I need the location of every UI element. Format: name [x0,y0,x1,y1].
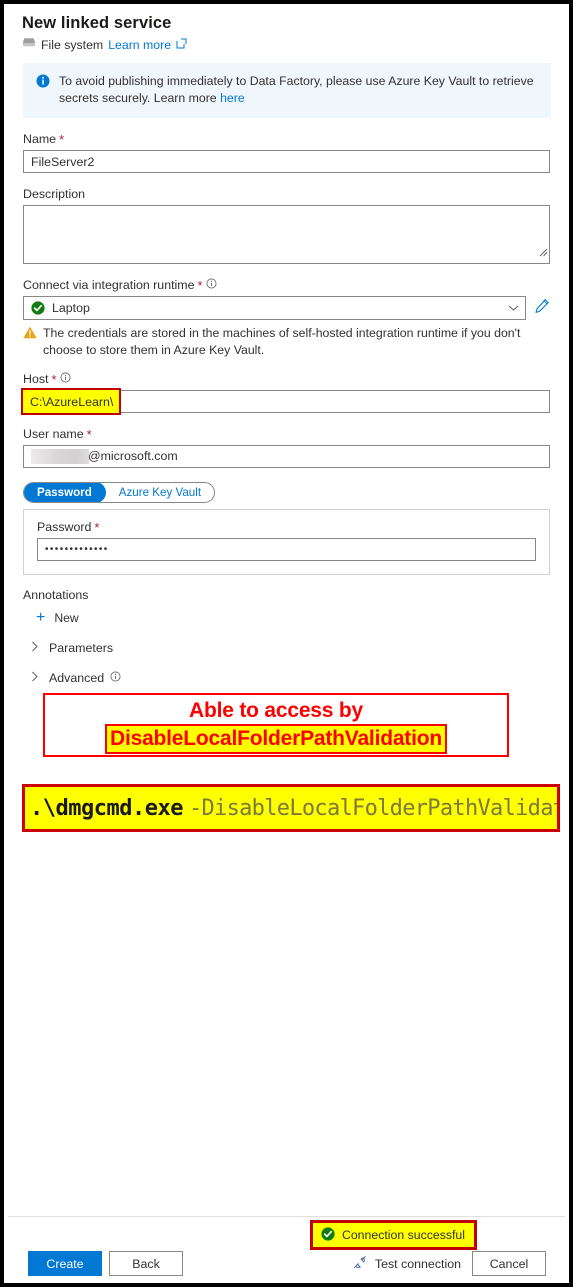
credentials-warning-text: The credentials are stored in the machin… [43,326,521,357]
connector-name: File system [41,37,104,52]
host-required-marker: * [51,371,57,387]
callout-line-1: Able to access by [188,699,363,722]
pencil-edit-icon[interactable] [534,298,550,319]
footer-bar: Create Back Test connection Cancel [8,1217,565,1279]
toggle-option-azure-key-vault[interactable]: Azure Key Vault [106,483,214,502]
integration-runtime-row: Laptop [23,296,550,320]
plug-connection-icon [353,1255,368,1272]
info-circle-icon[interactable] [110,671,121,685]
password-required-marker: * [94,519,100,535]
external-link-icon[interactable] [176,38,187,52]
screenshot-frame: New linked service File system Learn mor… [0,0,573,1287]
username-required-marker: * [86,426,92,442]
info-icon [36,74,50,107]
name-label: Name [23,132,57,146]
info-banner-text: To avoid publishing immediately to Data … [59,73,539,107]
test-connection-button[interactable]: Test connection [353,1255,461,1272]
annotation-callout: Able to access by DisableLocalFolderPath… [43,693,509,757]
username-field-group: User name * @microsoft.com [23,427,550,468]
connection-status-text: Connection successful [341,1228,465,1242]
name-required-marker: * [59,131,65,147]
description-label-row: Description [23,187,550,201]
annotations-label: Annotations [23,588,89,602]
advanced-label: Advanced [49,671,105,685]
password-label-row: Password * [37,520,536,534]
integration-runtime-label-row: Connect via integration runtime * [23,278,550,292]
password-section: Password * ••••••••••••• [23,509,550,575]
username-label: User name [23,427,84,441]
info-banner: To avoid publishing immediately to Data … [23,63,551,118]
name-field-group: Name * [23,132,550,173]
resize-grip-icon[interactable] [537,244,548,262]
connector-subtitle: File system Learn more [22,37,569,52]
info-circle-icon[interactable] [60,372,71,386]
credential-type-toggle-group: Password Azure Key Vault [23,482,550,503]
learn-more-link[interactable]: Learn more [108,38,171,52]
credentials-warning: The credentials are stored in the machin… [23,325,550,358]
description-label: Description [23,187,85,201]
advanced-expander[interactable]: Advanced [31,671,550,685]
page-title: New linked service [22,14,172,32]
plus-icon: + [36,609,46,626]
integration-runtime-required-marker: * [197,277,203,293]
green-check-icon [321,1226,335,1244]
parameters-expander[interactable]: Parameters [31,641,550,655]
info-circle-icon[interactable] [206,278,217,292]
add-annotation-label: New [54,611,79,625]
callout-line-2: DisableLocalFolderPathValidation [104,724,447,754]
add-annotation-button[interactable]: + New [36,609,550,626]
parameters-label: Parameters [49,641,114,655]
integration-runtime-dropdown[interactable]: Laptop [23,296,526,320]
host-field-group: Host * C:\AzureLearn\ [21,372,550,415]
name-label-row: Name * [23,132,550,146]
host-label: Host [23,372,49,386]
chevron-right-icon [31,641,39,655]
cancel-button[interactable]: Cancel [472,1251,546,1276]
linked-service-panel: New linked service File system Learn mor… [4,4,569,1283]
credential-type-toggle[interactable]: Password Azure Key Vault [23,482,216,503]
host-label-row: Host * [23,372,550,386]
create-button[interactable]: Create [28,1251,102,1276]
username-input[interactable]: @microsoft.com [23,445,550,468]
banner-here-link[interactable]: here [220,91,245,105]
toggle-option-password[interactable]: Password [24,483,106,502]
integration-runtime-label: Connect via integration runtime [23,278,195,292]
back-button[interactable]: Back [109,1251,183,1276]
footer-secondary-actions: Test connection Cancel [353,1251,546,1276]
panel-header: New linked service File system Learn mor… [4,4,569,52]
footer-primary-actions: Create Back [28,1251,183,1276]
password-masked-value: ••••••••••••• [45,544,109,555]
integration-runtime-value: Laptop [52,301,90,315]
command-argument: -DisableLocalFolderPathValidation [188,795,557,821]
username-value-row: @microsoft.com [31,446,542,467]
warning-triangle-icon [23,326,37,358]
file-server-icon [22,37,36,52]
test-connection-label: Test connection [374,1256,461,1271]
integration-runtime-field-group: Connect via integration runtime * Laptop [23,278,550,320]
redacted-username-block [31,449,89,464]
username-domain: @microsoft.com [88,449,178,463]
description-textarea[interactable] [23,205,550,264]
host-value-highlight: C:\AzureLearn\ [21,388,121,415]
chevron-right-icon [31,671,39,685]
connection-status-badge: Connection successful [309,1220,477,1250]
host-input-wrapper: C:\AzureLearn\ [21,388,550,415]
password-label: Password [37,520,92,534]
name-input[interactable] [23,150,550,173]
description-field-group: Description [23,187,550,264]
info-banner-body: To avoid publishing immediately to Data … [59,74,534,105]
chevron-down-icon[interactable] [508,301,519,315]
username-label-row: User name * [23,427,550,441]
password-input[interactable]: ••••••••••••• [37,538,536,561]
green-check-icon [31,301,45,315]
command-annotation: .\dmgcmd.exe -DisableLocalFolderPathVali… [22,784,560,832]
command-executable: .\dmgcmd.exe [30,795,183,821]
